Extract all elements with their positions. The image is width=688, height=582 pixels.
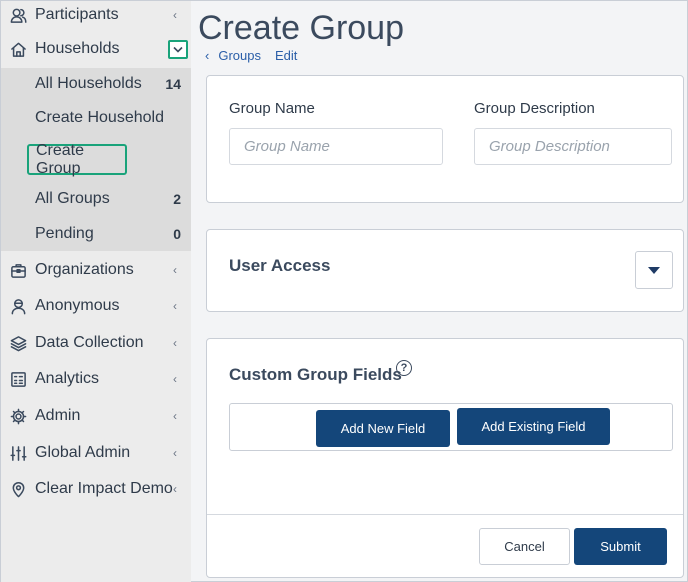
- page-title: Create Group: [198, 9, 404, 47]
- sidebar-item-label: Admin: [35, 407, 81, 424]
- custom-fields-box: Add New Field Add Existing Field: [229, 403, 673, 451]
- chevron-left-icon: ‹: [173, 446, 177, 460]
- sidebar-item-global-admin[interactable]: Global Admin ‹: [1, 436, 191, 470]
- help-icon[interactable]: ?: [396, 360, 412, 376]
- sidebar-item-participants[interactable]: Participants ‹: [1, 0, 191, 32]
- anonymous-user-icon: [9, 297, 27, 315]
- count-badge: 0: [173, 226, 181, 242]
- layers-icon: [9, 334, 27, 352]
- breadcrumb-current: Edit: [274, 48, 298, 63]
- count-badge: 2: [173, 191, 181, 207]
- sidebar: Participants ‹ Households All Households…: [1, 1, 191, 582]
- sidebar-item-analytics[interactable]: Analytics ‹: [1, 362, 191, 396]
- cancel-button[interactable]: Cancel: [479, 528, 570, 565]
- sidebar-item-clear-impact-demo[interactable]: Clear Impact Demo ‹: [1, 472, 191, 506]
- chevron-left-icon[interactable]: ‹: [205, 48, 209, 63]
- map-pin-icon: [9, 480, 27, 498]
- caret-down-icon: [648, 266, 660, 274]
- sidebar-item-label: Anonymous: [35, 297, 120, 314]
- sidebar-item-data-collection[interactable]: Data Collection ‹: [1, 326, 191, 360]
- subnav-item-label: Pending: [35, 225, 94, 242]
- count-badge: 14: [165, 76, 181, 92]
- sidebar-item-label: Analytics: [35, 370, 100, 387]
- add-existing-field-button[interactable]: Add Existing Field: [457, 408, 610, 445]
- sidebar-item-label: Participants: [35, 6, 119, 23]
- sidebar-item-organizations[interactable]: Organizations ‹: [1, 253, 191, 287]
- breadcrumb-groups-link[interactable]: Groups: [218, 48, 261, 63]
- sidebar-item-label: Clear Impact Demo: [35, 480, 173, 497]
- chevron-left-icon: ‹: [173, 372, 177, 386]
- group-details-card: Group Name Group Description: [206, 75, 684, 203]
- sidebar-item-label: Global Admin: [35, 444, 131, 461]
- footer-divider: [207, 514, 683, 515]
- custom-group-fields-title: Custom Group Fields: [229, 365, 402, 384]
- group-description-label: Group Description: [474, 100, 595, 117]
- sidebar-item-label: Households: [35, 40, 120, 57]
- chevron-left-icon: ‹: [173, 336, 177, 350]
- user-access-title: User Access: [229, 256, 331, 275]
- user-access-card: User Access: [206, 229, 684, 312]
- sidebar-item-label: Data Collection: [35, 334, 144, 351]
- subnav-item-all-groups[interactable]: All Groups 2: [1, 183, 191, 215]
- sidebar-item-anonymous[interactable]: Anonymous ‹: [1, 289, 191, 323]
- user-access-dropdown-button[interactable]: [635, 251, 673, 289]
- group-description-input[interactable]: [474, 128, 672, 165]
- subnav-item-create-household[interactable]: Create Household: [1, 102, 191, 134]
- chevron-left-icon: ‹: [173, 482, 177, 496]
- subnav-item-label: All Households: [35, 75, 142, 92]
- briefcase-icon: [9, 261, 27, 279]
- chevron-left-icon: ‹: [173, 8, 177, 22]
- subnav-item-all-households[interactable]: All Households 14: [1, 68, 191, 100]
- subnav-item-pending[interactable]: Pending 0: [1, 218, 191, 250]
- sidebar-item-label: Organizations: [35, 261, 134, 278]
- submit-button[interactable]: Submit: [574, 528, 667, 565]
- chevron-left-icon: ‹: [173, 263, 177, 277]
- analytics-icon: [9, 370, 27, 388]
- group-name-input[interactable]: [229, 128, 443, 165]
- group-name-label: Group Name: [229, 100, 315, 117]
- breadcrumb: ‹ Groups Edit: [205, 48, 297, 63]
- gear-icon: [9, 407, 27, 425]
- chevron-left-icon: ‹: [173, 409, 177, 423]
- chevron-left-icon: ‹: [173, 299, 177, 313]
- sliders-icon: [9, 444, 27, 462]
- subnav-item-create-group[interactable]: Create Group: [27, 142, 127, 177]
- add-new-field-button[interactable]: Add New Field: [316, 410, 450, 447]
- home-icon: [9, 40, 27, 58]
- chevron-down-icon[interactable]: [168, 40, 188, 59]
- sidebar-item-admin[interactable]: Admin ‹: [1, 399, 191, 433]
- subnav-item-label: Create Household: [35, 109, 164, 126]
- subnav-item-label: All Groups: [35, 190, 110, 207]
- participants-icon: [9, 6, 27, 24]
- sidebar-item-households[interactable]: Households: [1, 32, 191, 66]
- custom-group-fields-card: Custom Group Fields ? Add New Field Add …: [206, 338, 684, 578]
